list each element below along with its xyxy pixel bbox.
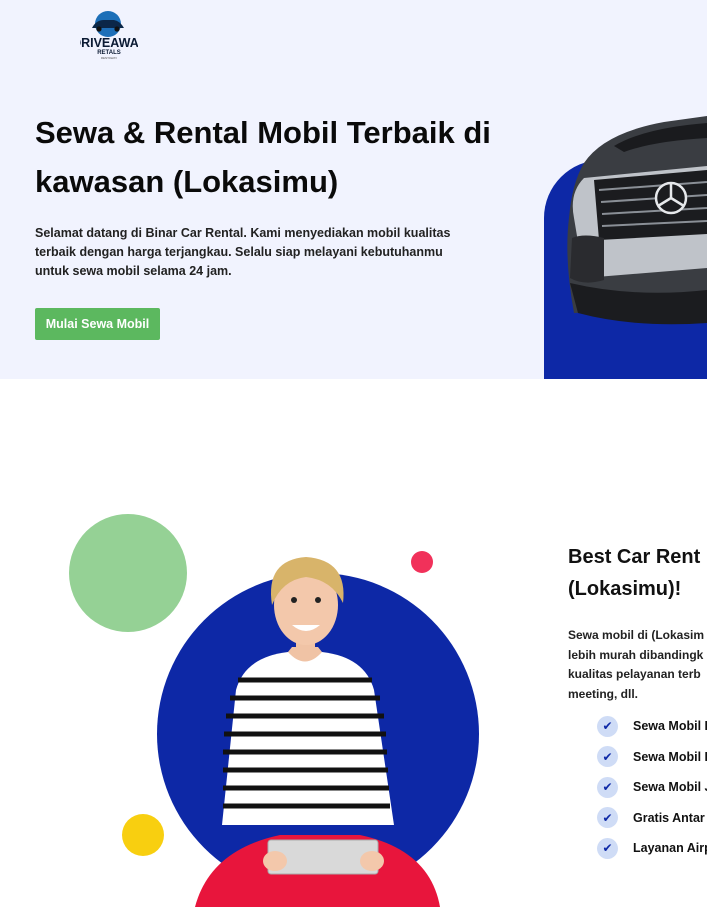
services-desc-line: kualitas pelayanan terb [568, 667, 701, 681]
services-description: Sewa mobil di (Lokasim lebih murah diban… [568, 626, 707, 704]
feature-item: ✔ Sewa Mobil L [597, 742, 707, 773]
services-desc-line: meeting, dll. [568, 686, 639, 701]
hero-description: Selamat datang di Binar Car Rental. Kami… [35, 224, 465, 281]
red-dot-decoration [411, 551, 433, 573]
driveaway-logo[interactable]: DRIVEAWAY RETALS RENTAWAY [72, 10, 147, 60]
logo-graphic: DRIVEAWAY RETALS RENTAWAY [72, 11, 147, 60]
hero-title: Sewa & Rental Mobil Terbaik di kawasan (… [35, 108, 555, 206]
feature-item: ✔ Layanan Airp [597, 833, 707, 864]
services-desc-line: Sewa mobil di (Lokasim [568, 628, 705, 642]
services-title-line2: (Lokasimu)! [568, 578, 682, 600]
services-title: Best Car Rent (Lokasimu)! [568, 541, 707, 605]
yellow-circle-decoration [122, 814, 164, 856]
checkmark-icon: ✔ [597, 746, 618, 768]
feature-label: Sewa Mobil L [633, 749, 707, 764]
hero-desc-line2: terbaik dengan harga terjangkau. Selalu … [35, 245, 443, 259]
hero-desc-line3: untuk sewa mobil selama 24 jam. [35, 264, 232, 278]
green-circle-decoration [69, 514, 187, 632]
checkmark-icon: ✔ [597, 715, 618, 737]
services-desc-line: lebih murah dibandingk [568, 647, 704, 662]
mercedes-car-illustration [567, 116, 707, 325]
hero-car-image [544, 108, 707, 379]
services-illustration [60, 505, 500, 907]
hero-title-line1: Sewa & Rental Mobil Terbaik di [35, 115, 491, 150]
hero-title-line2: kawasan (Lokasimu) [35, 164, 339, 199]
checkmark-icon: ✔ [597, 776, 618, 798]
services-title-line1: Best Car Rent [568, 546, 701, 568]
hero-desc-line1: Selamat datang di Binar Car Rental. Kami… [35, 226, 451, 240]
feature-label: Sewa Mobil J [633, 780, 707, 795]
hero-section: DRIVEAWAY RETALS RENTAWAY Sewa & Rental … [0, 0, 707, 379]
logo-text: DRIVEAWAY [80, 36, 138, 50]
feature-label: Sewa Mobil D [633, 719, 707, 734]
start-rent-button[interactable]: Mulai Sewa Mobil [35, 308, 160, 340]
services-feature-list: ✔ Sewa Mobil D ✔ Sewa Mobil L ✔ Sewa Mob… [597, 711, 707, 864]
feature-item: ✔ Sewa Mobil D [597, 711, 707, 742]
feature-item: ✔ Gratis Antar [597, 803, 707, 834]
feature-item: ✔ Sewa Mobil J [597, 772, 707, 803]
feature-label: Layanan Airp [633, 841, 707, 856]
woman-with-tablet-illustration [69, 514, 479, 907]
logo-tagline: RENTAWAY [101, 56, 117, 60]
checkmark-icon: ✔ [597, 837, 618, 859]
checkmark-icon: ✔ [597, 807, 618, 829]
feature-label: Gratis Antar [633, 810, 705, 825]
